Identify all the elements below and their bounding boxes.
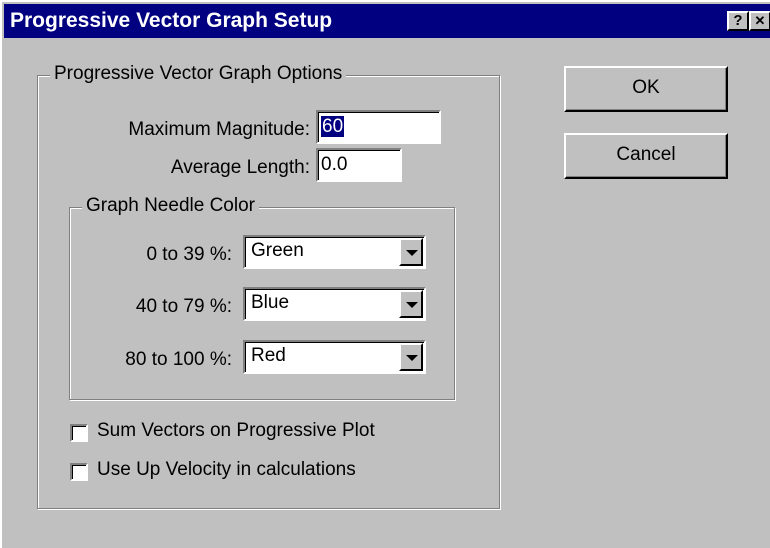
dropdown-button[interactable] [399, 343, 423, 371]
dropdown-button[interactable] [399, 290, 423, 318]
color-select-mid-value: Blue [251, 292, 290, 313]
average-length-input[interactable]: 0.0 [316, 148, 402, 182]
max-magnitude-input[interactable]: 60 [316, 110, 441, 144]
window-title: Progressive Vector Graph Setup [10, 9, 333, 32]
chevron-down-icon [406, 250, 418, 256]
chevron-down-icon [406, 355, 418, 361]
close-button[interactable]: ✕ [749, 11, 770, 31]
sum-vectors-checkbox[interactable] [70, 424, 88, 442]
close-icon: ✕ [754, 13, 766, 28]
color-select-low-value: Green [251, 240, 304, 261]
dialog-window: Progressive Vector Graph Setup ? ✕ Progr… [0, 0, 770, 548]
average-length-value: 0.0 [321, 154, 348, 175]
color-select-low[interactable]: Green [243, 235, 426, 269]
color-select-high-value: Red [251, 345, 286, 366]
color-select-mid[interactable]: Blue [243, 287, 426, 321]
color-row-label-high: 80 to 100 %: [125, 349, 232, 370]
color-select-high[interactable]: Red [243, 340, 426, 374]
max-magnitude-label: Maximum Magnitude: [128, 119, 310, 140]
needle-color-group-label: Graph Needle Color [82, 195, 259, 217]
sum-vectors-label[interactable]: Sum Vectors on Progressive Plot [97, 420, 375, 442]
ok-button[interactable]: OK [564, 66, 728, 112]
dropdown-button[interactable] [399, 238, 423, 266]
color-row-label-mid: 40 to 79 %: [135, 296, 232, 317]
average-length-label: Average Length: [170, 157, 310, 178]
chevron-down-icon [406, 302, 418, 308]
use-up-velocity-label[interactable]: Use Up Velocity in calculations [97, 459, 356, 481]
use-up-velocity-checkbox[interactable] [70, 463, 88, 481]
options-group-label: Progressive Vector Graph Options [50, 63, 347, 85]
help-button[interactable]: ? [727, 11, 749, 31]
cancel-button[interactable]: Cancel [564, 133, 728, 179]
title-bar[interactable]: Progressive Vector Graph Setup ? ✕ [4, 4, 770, 38]
color-row-label-low: 0 to 39 %: [146, 244, 232, 265]
max-magnitude-value: 60 [321, 116, 345, 137]
